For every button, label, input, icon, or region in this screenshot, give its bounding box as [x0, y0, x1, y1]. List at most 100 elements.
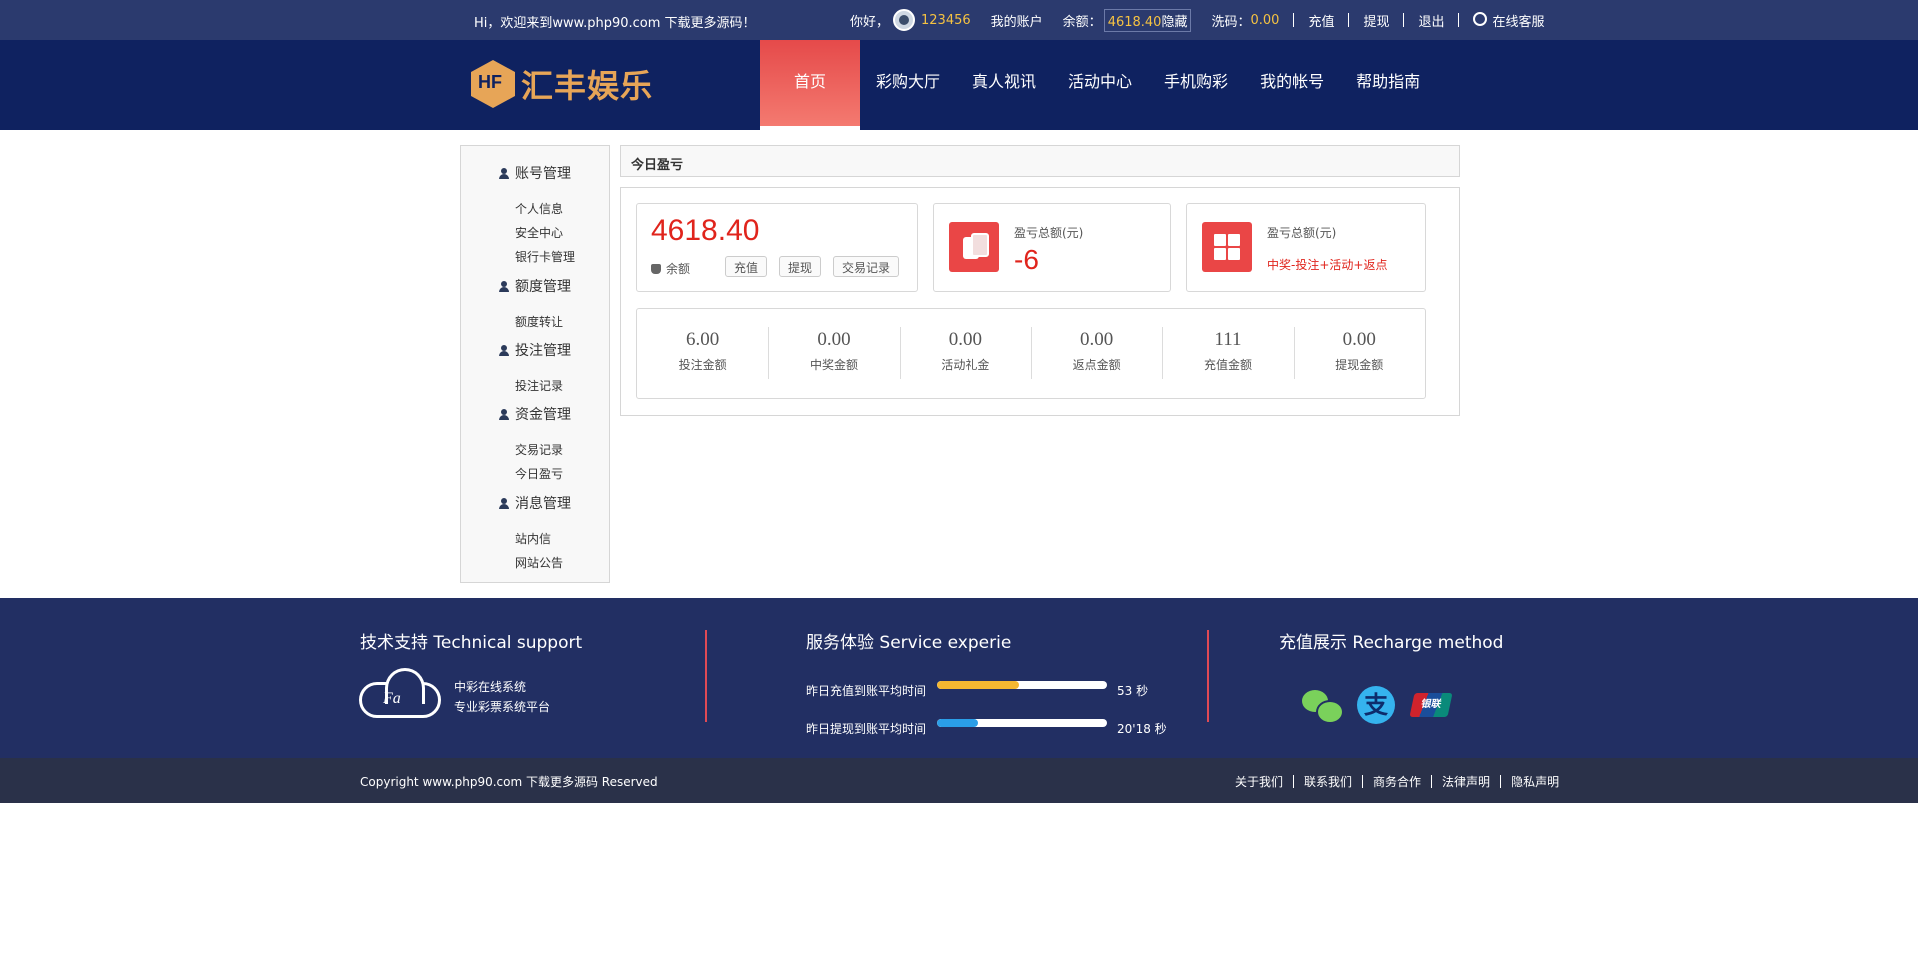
user-icon — [499, 280, 509, 292]
avatar[interactable] — [893, 9, 916, 31]
withdraw-time-value: 20'18 秒 — [1117, 722, 1167, 736]
recharge-button[interactable]: 充值 — [725, 256, 768, 277]
user-icon — [499, 497, 509, 509]
sidebar-item-announcements[interactable]: 网站公告 — [515, 554, 563, 571]
stat-label: 返点金额 — [1072, 358, 1121, 372]
my-account-link[interactable]: 我的账户 — [991, 11, 1043, 30]
stat-win-amount: 0.00 中奖金额 — [768, 309, 899, 398]
calculator-icon-box — [1202, 222, 1252, 272]
sidebar-item-today-profit[interactable]: 今日盈亏 — [515, 465, 563, 482]
nav-item-mobile[interactable]: 手机购彩 — [1148, 40, 1244, 130]
divider — [1458, 13, 1460, 27]
nav-menu: 首页 彩购大厅 真人视讯 活动中心 手机购彩 我的帐号 帮助指南 — [760, 40, 1436, 130]
stat-value: 0.00 — [1080, 329, 1114, 350]
service-title: 服务体验 Service experie — [806, 633, 1012, 653]
support-line-2: 专业彩票系统平台 — [454, 700, 551, 714]
username: 123456 — [921, 12, 971, 28]
support-line-1: 中彩在线系统 — [454, 680, 527, 694]
stat-value: 6.00 — [686, 329, 720, 350]
sidebar-group-account[interactable]: 账号管理 — [499, 163, 571, 183]
user-icon — [499, 408, 509, 420]
wash-label: 洗码： — [1211, 14, 1251, 30]
sidebar-item-transactions[interactable]: 交易记录 — [515, 441, 563, 458]
sidebar-group-label: 账号管理 — [515, 166, 571, 182]
balance-caption: 余额 — [666, 262, 691, 276]
divider — [1293, 775, 1295, 788]
wechat-pay-icon — [1302, 686, 1344, 724]
sidebar-group-funds[interactable]: 资金管理 — [499, 404, 571, 424]
withdraw-link[interactable]: 提现 — [1363, 11, 1389, 30]
stat-value: 0.00 — [1342, 329, 1376, 350]
recharge-link[interactable]: 充值 — [1308, 11, 1334, 30]
nav-item-help[interactable]: 帮助指南 — [1340, 40, 1436, 130]
coins-icon-box — [949, 222, 999, 272]
sidebar-item-inbox[interactable]: 站内信 — [515, 530, 551, 547]
nav-item-lottery-hall[interactable]: 彩购大厅 — [860, 40, 956, 130]
balance-amount: 4618.40 — [651, 214, 760, 247]
recharge-time-label: 昨日充值到账平均时间 — [806, 684, 927, 698]
stat-label: 中奖金额 — [809, 358, 858, 372]
divider — [1431, 775, 1433, 788]
footer-link-privacy[interactable]: 隐私声明 — [1511, 773, 1559, 790]
sidebar-group-bets[interactable]: 投注管理 — [499, 340, 571, 360]
nav-item-home[interactable]: 首页 — [760, 40, 860, 130]
balance-label: 余额 — [651, 260, 690, 277]
withdraw-button[interactable]: 提现 — [779, 256, 822, 277]
divider — [1403, 13, 1405, 27]
hide-balance-link[interactable]: 隐藏 — [1161, 15, 1187, 30]
sidebar-item-profile[interactable]: 个人信息 — [515, 200, 563, 217]
stat-bet-amount: 6.00 投注金额 — [637, 309, 768, 398]
stat-recharge-amount: 111 充值金额 — [1162, 309, 1293, 398]
profit-total-card: 盈亏总额(元) -6 — [933, 203, 1171, 292]
sidebar-group-messages[interactable]: 消息管理 — [499, 493, 571, 513]
divider — [1362, 775, 1364, 788]
footer-links: 关于我们 联系我们 商务合作 法律声明 隐私声明 — [1235, 773, 1559, 790]
balance-box: 4618.40隐藏 — [1103, 8, 1192, 32]
divider — [1293, 13, 1295, 27]
logo[interactable]: 汇丰娱乐 — [471, 60, 653, 108]
cloud-logo-icon: Fa — [359, 668, 441, 720]
logo-text: 汇丰娱乐 — [521, 67, 654, 105]
user-icon — [499, 167, 509, 179]
profit-formula-card: 盈亏总额(元) 中奖-投注+活动+返点 — [1186, 203, 1426, 292]
sidebar-group-label: 消息管理 — [515, 496, 571, 512]
divider — [1348, 13, 1350, 27]
logo-mark-icon — [471, 60, 515, 108]
online-service-link[interactable]: 在线客服 — [1473, 11, 1545, 30]
footer-link-about[interactable]: 关于我们 — [1235, 773, 1283, 790]
stat-activity-bonus: 0.00 活动礼金 — [899, 309, 1031, 398]
sidebar-group-label: 额度管理 — [515, 279, 571, 295]
unionpay-icon: 银联 — [1409, 693, 1453, 717]
footer-link-contact[interactable]: 联系我们 — [1304, 773, 1352, 790]
copyright-bar: Copyright www.php90.com 下载更多源码 Reserved … — [0, 758, 1918, 803]
logout-link[interactable]: 退出 — [1418, 11, 1444, 30]
profit-formula-title: 盈亏总额(元) — [1267, 226, 1337, 240]
main-nav: 汇丰娱乐 首页 彩购大厅 真人视讯 活动中心 手机购彩 我的帐号 帮助指南 — [0, 40, 1918, 130]
balance-label: 余额： — [1062, 14, 1102, 30]
sidebar-item-security[interactable]: 安全中心 — [515, 224, 563, 241]
stat-value: 0.00 — [948, 329, 982, 350]
footer-link-business[interactable]: 商务合作 — [1373, 773, 1421, 790]
sidebar-item-bet-records[interactable]: 投注记录 — [515, 377, 563, 394]
profit-total-value: -6 — [1014, 244, 1039, 275]
sidebar-group-label: 投注管理 — [515, 343, 571, 359]
recharge-time-value: 53 秒 — [1117, 684, 1149, 698]
sidebar-item-bank-cards[interactable]: 银行卡管理 — [515, 248, 575, 265]
footer-link-legal[interactable]: 法律声明 — [1442, 773, 1490, 790]
nav-item-activities[interactable]: 活动中心 — [1052, 40, 1148, 130]
balance-card: 4618.40 余额 充值 提现 交易记录 — [636, 203, 918, 292]
sidebar-item-quota-transfer[interactable]: 额度转让 — [515, 313, 563, 330]
stat-withdraw-amount: 0.00 提现金额 — [1293, 309, 1425, 398]
nav-item-my-account[interactable]: 我的帐号 — [1244, 40, 1340, 130]
alipay-icon: 支 — [1357, 686, 1395, 724]
headset-icon — [1473, 11, 1488, 26]
stat-rebate-amount: 0.00 返点金额 — [1030, 309, 1162, 398]
sidebar-group-quota[interactable]: 额度管理 — [499, 276, 571, 296]
top-bar: Hi，欢迎来到www.php90.com 下载更多源码！ 你好， 123456 … — [0, 0, 1918, 40]
transaction-records-button[interactable]: 交易记录 — [833, 256, 900, 277]
page-title: 今日盈亏 — [620, 145, 1460, 177]
money-bag-icon — [651, 263, 661, 274]
footer: 技术支持 Technical support Fa 中彩在线系统 专业彩票系统平… — [0, 598, 1918, 758]
balance-value: 4618.40 — [1107, 14, 1162, 30]
nav-item-live-video[interactable]: 真人视讯 — [956, 40, 1052, 130]
